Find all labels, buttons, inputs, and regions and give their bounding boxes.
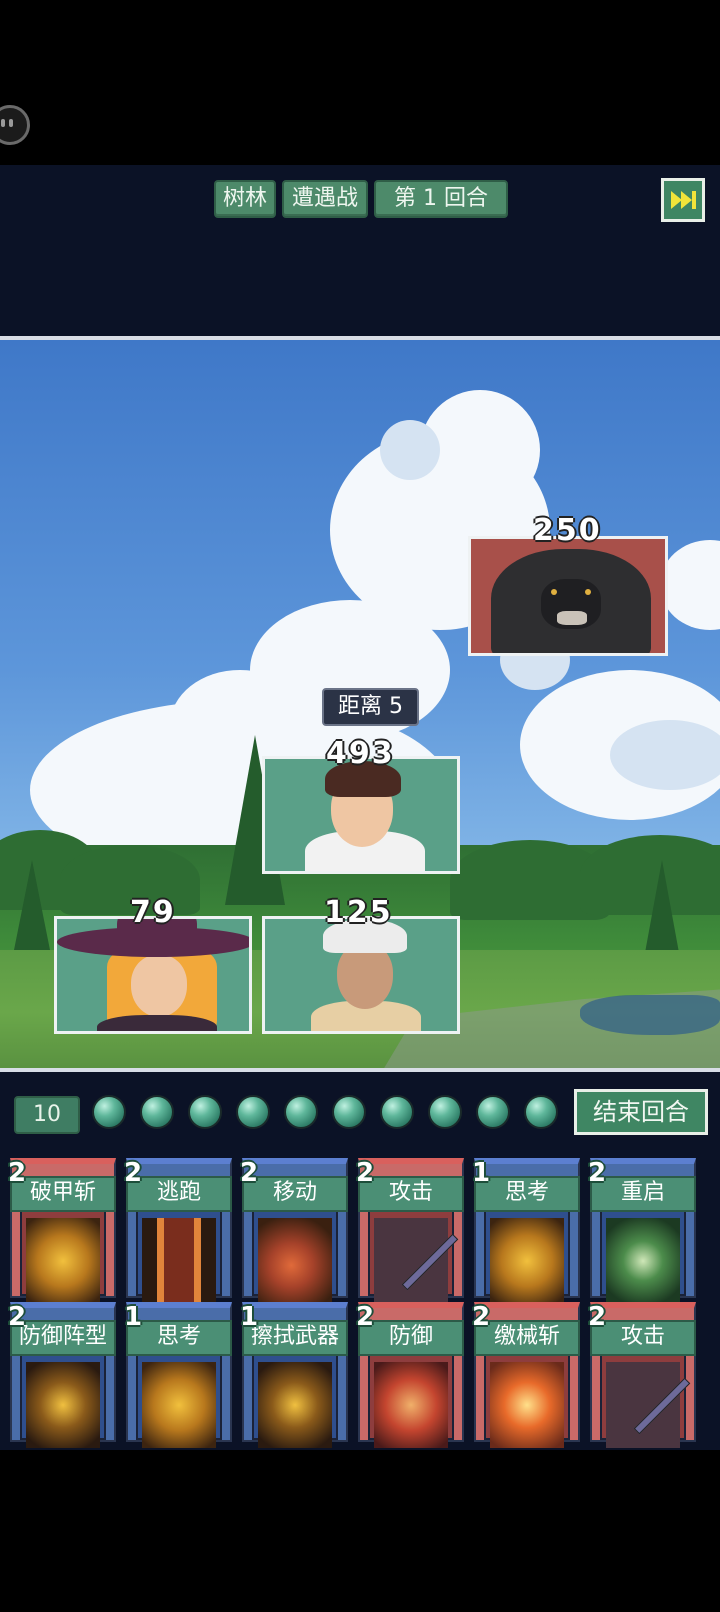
card-cost: 2 xyxy=(240,1158,259,1188)
skill-card[interactable]: 思考 1 xyxy=(472,1158,580,1304)
party-hp-young-man: 493 xyxy=(326,736,395,771)
card-cost: 2 xyxy=(124,1158,143,1188)
card-cost: 1 xyxy=(472,1158,491,1188)
skill-card[interactable]: 攻击 2 xyxy=(588,1302,696,1448)
card-art-armor-icon xyxy=(26,1362,100,1448)
skill-card[interactable]: 缴械斩 2 xyxy=(472,1302,580,1448)
bottom-area xyxy=(0,1450,720,1612)
card-cost: 2 xyxy=(8,1302,27,1332)
card-cost: 1 xyxy=(240,1302,259,1332)
card-art-door-icon xyxy=(142,1218,216,1304)
end-turn-button[interactable]: 结束回合 xyxy=(574,1089,708,1135)
skill-card[interactable]: 擦拭武器 1 xyxy=(240,1302,348,1448)
card-art-shield-icon xyxy=(374,1362,448,1448)
energy-orb xyxy=(92,1095,126,1129)
card-cost: 2 xyxy=(8,1158,27,1188)
party-hp-boy: 125 xyxy=(324,895,393,930)
card-cost: 2 xyxy=(356,1302,375,1332)
enemy-hp: 250 xyxy=(533,513,602,548)
skill-card[interactable]: 移动 2 xyxy=(240,1158,348,1304)
energy-orb xyxy=(380,1095,414,1129)
enemy-card-bear[interactable] xyxy=(468,536,668,656)
fast-forward-button[interactable] xyxy=(661,178,705,222)
card-art-blade-icon xyxy=(374,1218,459,1304)
card-cost: 2 xyxy=(472,1302,491,1332)
distance-label: 距离 5 xyxy=(322,688,419,726)
location-tag: 树林 xyxy=(214,180,276,218)
card-cost: 2 xyxy=(588,1302,607,1332)
energy-orb xyxy=(476,1095,510,1129)
battle-type-tag: 遭遇战 xyxy=(282,180,368,218)
skill-card[interactable]: 逃跑 2 xyxy=(124,1158,232,1304)
card-art-blade-icon xyxy=(606,1362,691,1448)
energy-orb xyxy=(332,1095,366,1129)
card-cost: 2 xyxy=(356,1158,375,1188)
party-card-young-man[interactable] xyxy=(262,756,460,874)
skill-card[interactable]: 防御 2 xyxy=(356,1302,464,1448)
energy-orb xyxy=(524,1095,558,1129)
party-hp-witch: 79 xyxy=(130,895,176,930)
card-art-gold-icon xyxy=(26,1218,100,1304)
card-art-fist-icon xyxy=(258,1218,332,1304)
status-area xyxy=(0,0,720,165)
card-art-gold-icon xyxy=(490,1218,564,1304)
energy-orb xyxy=(236,1095,270,1129)
card-cost: 2 xyxy=(588,1158,607,1188)
party-card-witch[interactable] xyxy=(54,916,252,1034)
card-art-green-icon xyxy=(606,1218,680,1304)
card-art-armor-icon xyxy=(258,1362,332,1448)
skill-card[interactable]: 攻击 2 xyxy=(356,1158,464,1304)
energy-orb xyxy=(140,1095,174,1129)
skill-card[interactable]: 重启 2 xyxy=(588,1158,696,1304)
skill-card[interactable]: 思考 1 xyxy=(124,1302,232,1448)
party-card-boy[interactable] xyxy=(262,916,460,1034)
energy-orb xyxy=(428,1095,462,1129)
card-cost: 1 xyxy=(124,1302,143,1332)
round-tag: 第 1 回合 xyxy=(374,180,508,218)
card-art-gold-icon xyxy=(142,1362,216,1448)
energy-count: 10 xyxy=(14,1096,80,1134)
skill-card[interactable]: 防御阵型 2 xyxy=(8,1302,116,1448)
energy-orb xyxy=(188,1095,222,1129)
skill-card[interactable]: 破甲斩 2 xyxy=(8,1158,116,1304)
energy-orb xyxy=(284,1095,318,1129)
card-art-burst-icon xyxy=(490,1362,564,1448)
